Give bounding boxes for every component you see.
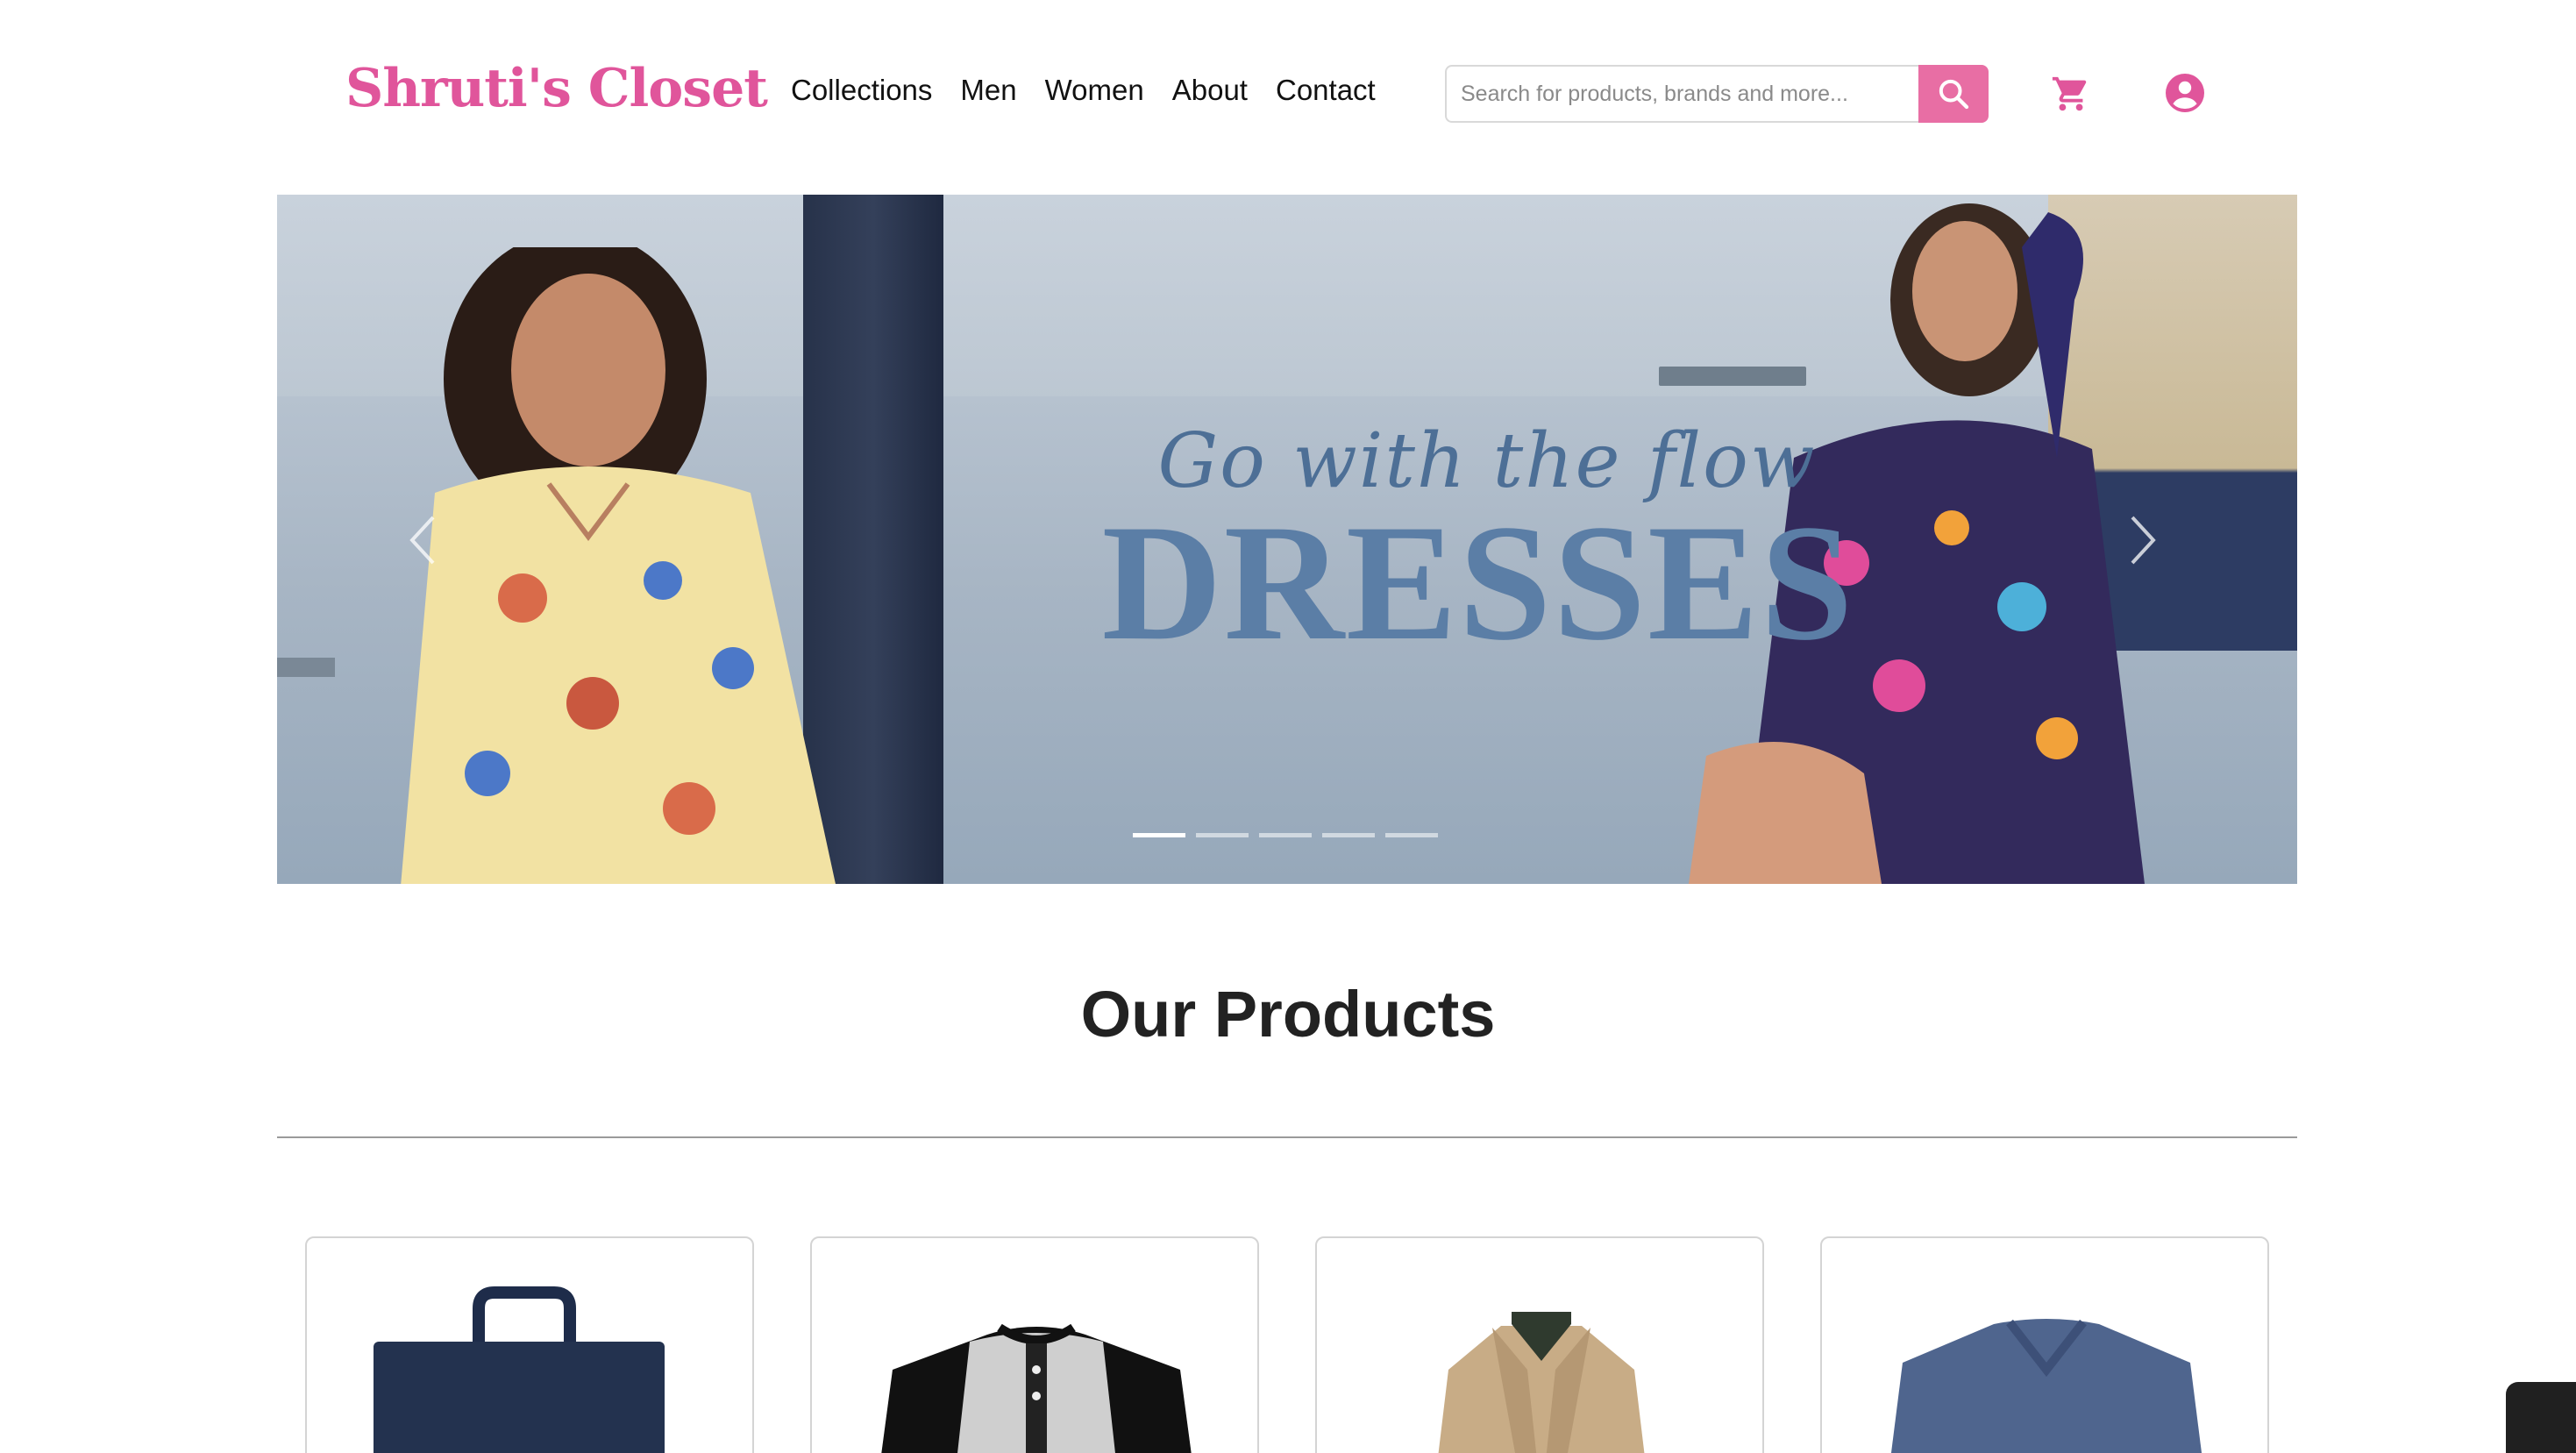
nav-collections[interactable]: Collections	[791, 74, 932, 107]
product-card[interactable]	[810, 1236, 1259, 1453]
model-left-image	[401, 247, 836, 884]
chevron-left-icon	[409, 516, 435, 565]
product-card[interactable]	[1820, 1236, 2269, 1453]
jacket-image	[1438, 1312, 1645, 1453]
nav-about[interactable]: About	[1172, 74, 1248, 107]
product-card[interactable]	[1315, 1236, 1764, 1453]
hero-carousel: Go with the flow DRESSES	[277, 195, 2297, 884]
chevron-right-icon	[2131, 516, 2156, 565]
carousel-indicator[interactable]	[1259, 833, 1312, 837]
search-icon	[1939, 79, 1969, 110]
raglan-tshirt-image	[881, 1323, 1192, 1453]
carousel-indicator[interactable]	[1385, 833, 1438, 837]
section-title: Our Products	[1080, 978, 1496, 1051]
carousel-prev-button[interactable]	[396, 505, 449, 575]
search-input[interactable]	[1445, 65, 1919, 123]
nav-men[interactable]: Men	[960, 74, 1016, 107]
main-nav: Collections Men Women About Contact	[791, 74, 1376, 107]
user-icon[interactable]	[2164, 72, 2206, 114]
vneck-tshirt-image	[1890, 1319, 2202, 1453]
carousel-indicator[interactable]	[1196, 833, 1249, 837]
distant-boat	[277, 658, 335, 677]
carousel-indicator[interactable]	[1322, 833, 1375, 837]
carousel-next-button[interactable]	[2117, 505, 2169, 575]
nav-contact[interactable]: Contact	[1276, 74, 1376, 107]
product-grid	[305, 1236, 2269, 1453]
cart-icon[interactable]	[2050, 74, 2092, 114]
site-logo[interactable]: Shruti's Closet	[345, 58, 768, 119]
chat-widget[interactable]	[2506, 1382, 2576, 1453]
section-divider	[277, 1136, 2297, 1138]
search-bar	[1445, 65, 1989, 123]
search-button[interactable]	[1918, 65, 1989, 123]
product-card[interactable]	[305, 1236, 754, 1453]
carousel-indicators	[1133, 833, 1438, 837]
banner-headline: DRESSES	[1101, 491, 1855, 675]
carousel-indicator[interactable]	[1133, 833, 1185, 837]
nav-women[interactable]: Women	[1045, 74, 1144, 107]
bag-image	[374, 1286, 665, 1453]
